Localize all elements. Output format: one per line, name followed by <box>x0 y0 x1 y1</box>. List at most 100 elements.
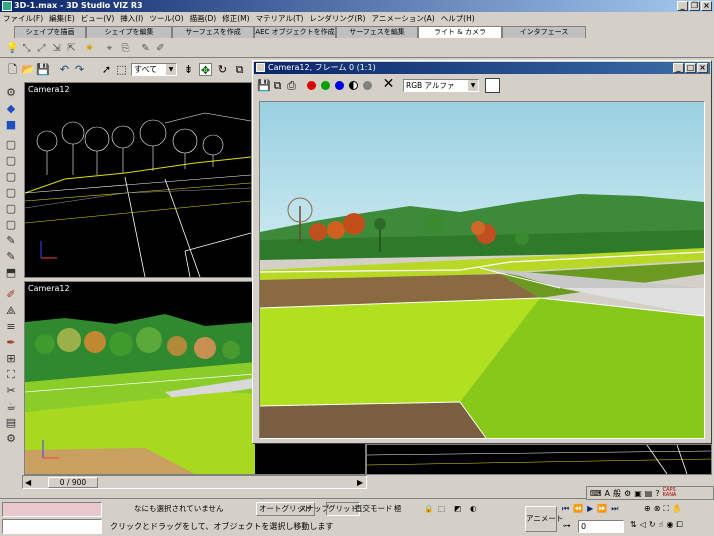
color-swatch[interactable] <box>485 78 500 93</box>
render-minimize-button[interactable]: _ <box>673 63 684 73</box>
ime-icon[interactable]: ⌨ <box>590 489 602 498</box>
cube-icon[interactable]: ■ <box>4 118 18 132</box>
goto-start-icon[interactable]: ⏮ <box>562 504 569 514</box>
sunlight-icon[interactable]: ✎ <box>140 43 151 54</box>
ime-help-icon[interactable]: ? <box>655 489 659 498</box>
polar-button[interactable]: 極 <box>394 503 402 515</box>
scale-icon[interactable]: ⧉ <box>233 63 246 76</box>
omni-light-icon[interactable]: ✷ <box>84 43 95 54</box>
maxscript-input[interactable] <box>2 519 102 534</box>
primitive-4-icon[interactable]: ▢ <box>4 186 18 200</box>
select-arrow-icon[interactable]: ➚ <box>100 63 113 76</box>
primitive-6-icon[interactable]: ▢ <box>4 218 18 232</box>
select-by-name-icon[interactable]: ⇟ <box>182 63 195 76</box>
alpha-channel-icon[interactable] <box>349 81 358 90</box>
track-bar[interactable]: ⌨ A 般 ⚙ ▣ ▤ ? CAPS KANA <box>0 486 714 500</box>
primitive-3-icon[interactable]: ▢ <box>4 170 18 184</box>
clone-icon[interactable]: ⧉ <box>271 79 284 92</box>
save-bitmap-icon[interactable]: 💾 <box>257 79 271 92</box>
zoom-icon[interactable]: ⊕ <box>644 504 651 514</box>
ime-gear-icon[interactable]: ⚙ <box>624 489 631 498</box>
viewport-label[interactable]: Camera12 <box>28 284 70 293</box>
primitive-1-icon[interactable]: ▢ <box>4 138 18 152</box>
rendered-frame-window[interactable]: Camera12, フレーム 0 (1:1) _ □ × 💾 ⧉ ⎙ ✕ RGB… <box>252 60 712 444</box>
key-mode-icon[interactable]: ⊶ <box>563 520 571 532</box>
snapshot-icon[interactable]: ⛶ <box>4 368 18 382</box>
create-tool-icon[interactable]: ⚙ <box>4 86 18 100</box>
ime-pad-icon[interactable]: ▤ <box>645 489 653 498</box>
tab-create-surfaces[interactable]: サーフェスを作成 <box>172 26 254 38</box>
region-select-icon[interactable]: ⬚ <box>115 63 128 76</box>
ime-kana[interactable]: 般 <box>613 488 621 499</box>
target-spot-icon[interactable]: ⤡ <box>21 43 32 54</box>
tab-interface[interactable]: インタフェース <box>502 26 586 38</box>
hand-icon[interactable]: ☝ <box>659 520 664 530</box>
align-icon[interactable]: ≡ <box>4 320 18 334</box>
paint-2-icon[interactable]: ✎ <box>4 250 18 264</box>
mirror-icon[interactable]: ⟁ <box>4 304 18 318</box>
current-frame-field[interactable]: 0 <box>578 520 624 533</box>
degradation-icon[interactable]: ◐ <box>470 503 477 515</box>
menu-rendering[interactable]: レンダリング(R) <box>309 13 365 24</box>
play-icon[interactable]: ▶ <box>587 504 593 514</box>
menu-file[interactable]: ファイル(F) <box>3 13 43 24</box>
rotate-icon[interactable]: ↻ <box>216 63 229 76</box>
pencil-icon[interactable]: ✐ <box>4 288 18 302</box>
viewport-bottom-right[interactable] <box>366 444 712 475</box>
prev-frame-icon[interactable]: ◀ <box>25 478 31 487</box>
pan-icon[interactable]: ✋ <box>672 504 682 514</box>
render-maximize-button[interactable]: □ <box>685 63 696 73</box>
maximize-viewport-icon[interactable]: ⧠ <box>676 520 682 530</box>
next-key-icon[interactable]: ⏩ <box>597 504 607 514</box>
move-icon[interactable]: ✥ <box>199 63 212 77</box>
target-camera-icon[interactable]: ⌖ <box>104 43 115 54</box>
red-channel-icon[interactable] <box>307 81 316 90</box>
menu-edit[interactable]: 編集(E) <box>49 13 75 24</box>
open-file-icon[interactable]: 📂 <box>21 63 35 76</box>
animate-button[interactable]: アニメート <box>525 506 563 532</box>
render-window-titlebar[interactable]: Camera12, フレーム 0 (1:1) _ □ × <box>254 62 710 74</box>
eye-icon[interactable]: ◉ <box>666 520 673 530</box>
scissors-icon[interactable]: ✂ <box>4 384 18 398</box>
print-icon[interactable]: ⎙ <box>285 79 298 92</box>
time-slider-thumb[interactable]: 0 / 900 <box>48 477 98 488</box>
primitive-2-icon[interactable]: ▢ <box>4 154 18 168</box>
grid-icon[interactable]: ▤ <box>4 416 18 430</box>
light-bulb-icon[interactable]: 💡 <box>6 43 18 54</box>
menu-draw[interactable]: 描画(D) <box>190 13 217 24</box>
menu-tools[interactable]: ツール(O) <box>149 13 183 24</box>
tab-draw-shapes[interactable]: シェイプを描画 <box>14 26 86 38</box>
tab-edit-surfaces[interactable]: サーフェスを編集 <box>336 26 418 38</box>
fov-icon[interactable]: ⛶ <box>663 504 669 514</box>
green-channel-icon[interactable] <box>321 81 330 90</box>
paint-icon[interactable]: ✎ <box>4 234 18 248</box>
maxscript-listener[interactable] <box>2 502 102 517</box>
blue-channel-icon[interactable] <box>335 81 344 90</box>
window-crossing-icon[interactable]: ◩ <box>454 503 461 515</box>
render-close-button[interactable]: × <box>697 63 708 73</box>
menu-modify[interactable]: 修正(M) <box>222 13 249 24</box>
target-direct-icon[interactable]: ⇲ <box>51 43 62 54</box>
tab-create-aec-objects[interactable]: AEC オブジェクトを作成 <box>254 26 336 38</box>
restore-button[interactable]: ❐ <box>689 1 700 11</box>
region-icon[interactable]: ⬒ <box>4 266 18 280</box>
chevron-down-icon[interactable]: ▼ <box>468 80 478 91</box>
snap-button[interactable]: スナップ <box>299 503 329 515</box>
ime-mode[interactable]: A <box>605 489 610 498</box>
orbit-icon[interactable]: ↻ <box>649 520 656 530</box>
time-slider[interactable]: 0 / 900 ◀ ▶ <box>22 475 367 489</box>
menu-animation[interactable]: アニメーション(A) <box>372 13 435 24</box>
minimize-button[interactable]: _ <box>677 1 688 11</box>
selection-filter-dropdown[interactable]: すべて ▼ <box>131 63 177 76</box>
menu-insert[interactable]: 挿入(I) <box>120 13 143 24</box>
compass-icon[interactable]: ✐ <box>155 43 166 54</box>
new-file-icon[interactable]: 🗋 <box>6 63 19 76</box>
perspective-icon[interactable]: ◁ <box>640 520 646 530</box>
free-direct-icon[interactable]: ⇱ <box>66 43 77 54</box>
menu-view[interactable]: ビュー(V) <box>81 13 114 24</box>
viewport-top-left[interactable]: Camera12 <box>24 82 252 278</box>
brush-icon[interactable]: ✒ <box>4 336 18 350</box>
ortho-button[interactable]: 直交モード <box>355 503 393 515</box>
menu-help[interactable]: ヘルプ(H) <box>441 13 475 24</box>
mono-channel-icon[interactable] <box>363 81 372 90</box>
